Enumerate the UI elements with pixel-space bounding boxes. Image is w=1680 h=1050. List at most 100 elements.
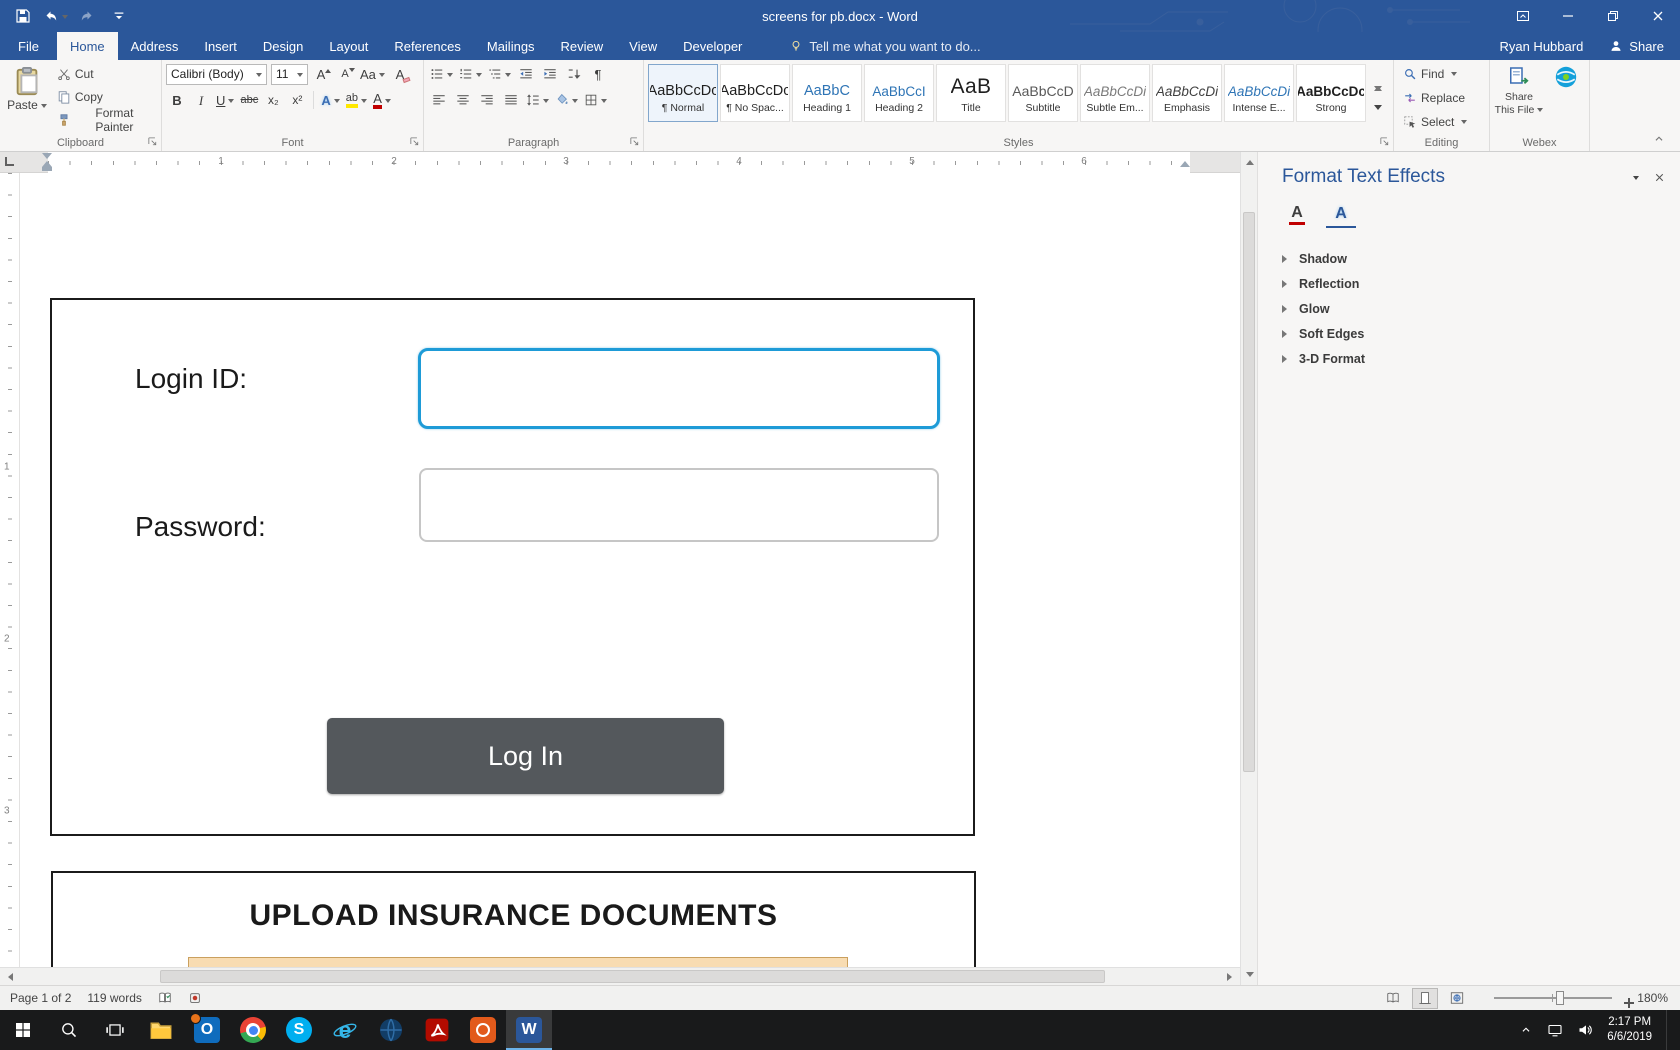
document-page[interactable]: Login ID: Password: Log In UPLOAD INSURA… <box>20 173 1240 967</box>
show-desktop-button[interactable] <box>1666 1010 1672 1050</box>
show-marks-button[interactable]: ¶ <box>587 63 609 85</box>
scroll-left-arrow[interactable] <box>0 968 17 986</box>
clipboard-dialog-launcher[interactable] <box>146 135 159 148</box>
section-reflection[interactable]: Reflection <box>1282 271 1680 296</box>
pane-options-button[interactable] <box>1630 170 1639 184</box>
style-no-spacing[interactable]: AaBbCcDc¶ No Spac... <box>720 64 790 122</box>
horizontal-scrollbar[interactable] <box>0 967 1240 985</box>
skype-button[interactable]: S <box>276 1010 322 1050</box>
upload-dropzone-box[interactable] <box>188 957 848 967</box>
macro-record-button[interactable] <box>188 991 202 1005</box>
save-button[interactable] <box>8 2 38 30</box>
taskbar-search-button[interactable] <box>46 1010 92 1050</box>
style-subtle-emphasis[interactable]: AaBbCcDiSubtle Em... <box>1080 64 1150 122</box>
styles-scroll-up-button[interactable] <box>1374 72 1382 86</box>
tab-layout[interactable]: Layout <box>316 32 381 60</box>
webex-button[interactable] <box>1548 63 1584 89</box>
proofing-status-button[interactable] <box>158 991 172 1005</box>
bold-button[interactable]: B <box>166 89 188 111</box>
tab-design[interactable]: Design <box>250 32 316 60</box>
text-fill-outline-tab[interactable]: A <box>1282 202 1312 228</box>
tab-address[interactable]: Address <box>118 32 192 60</box>
zoom-out-button[interactable] <box>1476 994 1484 1002</box>
vertical-scrollbar[interactable] <box>1240 152 1257 985</box>
text-effects-button[interactable]: A <box>319 89 341 111</box>
chrome-button[interactable] <box>230 1010 276 1050</box>
italic-button[interactable]: I <box>190 89 212 111</box>
zoom-slider[interactable] <box>1494 990 1612 1006</box>
right-indent-marker[interactable] <box>1180 156 1190 167</box>
justify-button[interactable] <box>500 89 522 111</box>
format-painter-button[interactable]: Format Painter <box>54 109 157 130</box>
find-button[interactable]: Find <box>1400 63 1470 84</box>
style-intense-emphasis[interactable]: AaBbCcDiIntense E... <box>1224 64 1294 122</box>
tab-mailings[interactable]: Mailings <box>474 32 548 60</box>
scroll-up-arrow[interactable] <box>1241 152 1258 169</box>
print-layout-button[interactable] <box>1412 988 1438 1009</box>
align-left-button[interactable] <box>428 89 450 111</box>
style-strong[interactable]: AaBbCcDcStrong <box>1296 64 1366 122</box>
tab-view[interactable]: View <box>616 32 670 60</box>
font-color-button[interactable]: A <box>371 89 393 111</box>
password-input[interactable] <box>419 468 939 542</box>
subscript-button[interactable]: x₂ <box>262 89 284 111</box>
left-indent-marker[interactable] <box>42 167 52 171</box>
browser-globe-button[interactable] <box>368 1010 414 1050</box>
tab-home[interactable]: Home <box>57 32 118 60</box>
font-dialog-launcher[interactable] <box>408 135 421 148</box>
tab-file[interactable]: File <box>0 32 57 60</box>
align-right-button[interactable] <box>476 89 498 111</box>
clear-formatting-button[interactable]: A <box>389 63 411 85</box>
undo-button[interactable] <box>40 2 70 30</box>
word-button[interactable]: W <box>506 1010 552 1050</box>
bullets-button[interactable] <box>428 63 455 85</box>
restore-button[interactable] <box>1590 0 1635 32</box>
scroll-down-arrow[interactable] <box>1241 968 1258 985</box>
orange-app-button[interactable] <box>460 1010 506 1050</box>
text-effects-tab[interactable]: A <box>1326 202 1356 228</box>
shrink-font-button[interactable]: A <box>334 63 356 85</box>
zoom-slider-thumb[interactable] <box>1556 991 1564 1005</box>
user-name[interactable]: Ryan Hubbard <box>1499 39 1583 54</box>
login-id-input[interactable] <box>418 348 940 429</box>
vertical-scroll-thumb[interactable] <box>1243 212 1255 772</box>
internet-explorer-button[interactable]: e <box>322 1010 368 1050</box>
section-3d-format[interactable]: 3-D Format <box>1282 346 1680 371</box>
tab-insert[interactable]: Insert <box>191 32 250 60</box>
tab-review[interactable]: Review <box>548 32 617 60</box>
numbering-button[interactable] <box>457 63 484 85</box>
font-name-combo[interactable]: Calibri (Body) <box>166 64 267 85</box>
word-count[interactable]: 119 words <box>87 991 141 1005</box>
page-indicator[interactable]: Page 1 of 2 <box>10 991 71 1005</box>
underline-button[interactable]: U <box>214 89 236 111</box>
horizontal-ruler[interactable]: 1 2 3 4 5 6 <box>0 152 1257 173</box>
minimize-button[interactable] <box>1545 0 1590 32</box>
styles-dialog-launcher[interactable] <box>1378 135 1391 148</box>
scroll-right-arrow[interactable] <box>1223 968 1240 986</box>
line-spacing-button[interactable] <box>524 89 551 111</box>
vertical-ruler[interactable]: 1 2 3 <box>0 173 20 967</box>
zoom-percentage[interactable]: 180% <box>1632 991 1668 1005</box>
sort-button[interactable] <box>563 63 585 85</box>
paste-button[interactable]: Paste <box>4 63 50 134</box>
upload-mockup-box[interactable]: UPLOAD INSURANCE DOCUMENTS <box>51 871 976 967</box>
align-center-button[interactable] <box>452 89 474 111</box>
section-glow[interactable]: Glow <box>1282 296 1680 321</box>
styles-gallery-more-button[interactable] <box>1374 110 1382 124</box>
tab-references[interactable]: References <box>381 32 473 60</box>
shading-button[interactable] <box>553 89 580 111</box>
font-size-combo[interactable]: 11 <box>271 64 308 85</box>
style-normal[interactable]: AaBbCcDc¶ Normal <box>648 64 718 122</box>
log-in-button[interactable]: Log In <box>327 718 724 794</box>
horizontal-scroll-thumb[interactable] <box>160 970 1105 983</box>
cut-button[interactable]: Cut <box>54 63 157 84</box>
web-layout-button[interactable] <box>1444 988 1470 1009</box>
superscript-button[interactable]: x² <box>286 89 308 111</box>
increase-indent-button[interactable] <box>539 63 561 85</box>
redo-button[interactable] <box>72 2 102 30</box>
taskbar-clock[interactable]: 2:17 PM 6/6/2019 <box>1607 1015 1652 1045</box>
style-title[interactable]: AaBTitle <box>936 64 1006 122</box>
style-heading-2[interactable]: AaBbCcIHeading 2 <box>864 64 934 122</box>
borders-button[interactable] <box>582 89 609 111</box>
section-soft-edges[interactable]: Soft Edges <box>1282 321 1680 346</box>
